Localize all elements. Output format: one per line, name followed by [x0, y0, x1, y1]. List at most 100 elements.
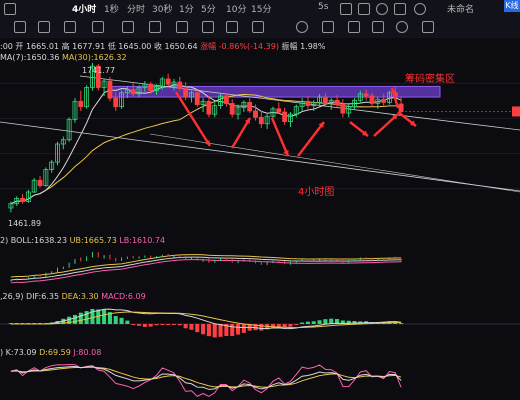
- window-icon[interactable]: [358, 3, 370, 15]
- rect-icon[interactable]: [176, 21, 188, 33]
- candle-11: [72, 98, 78, 123]
- ray-icon[interactable]: [64, 21, 76, 33]
- tab-timeframe-1m[interactable]: 1分: [179, 2, 194, 15]
- tab-timeframe-1s[interactable]: 1秒: [104, 2, 119, 15]
- macd-bar-54: [323, 319, 328, 324]
- candle-body-29: [177, 81, 183, 89]
- camera-icon[interactable]: [340, 3, 352, 15]
- candle-body-42: [253, 110, 258, 118]
- candle-body-17: [107, 80, 113, 99]
- macd-bar-51: [305, 321, 310, 324]
- price-chart[interactable]: [0, 38, 520, 230]
- refresh-interval[interactable]: 5s: [318, 2, 328, 12]
- magnet-icon[interactable]: [322, 21, 334, 33]
- candle-51: [305, 96, 311, 109]
- cloud-icon[interactable]: [414, 3, 426, 15]
- macd-bar-43: [259, 324, 264, 331]
- candle-body-46: [276, 108, 282, 113]
- kdj-panel[interactable]: [0, 358, 520, 400]
- macd-bar-27: [166, 324, 171, 326]
- wave-icon[interactable]: [92, 21, 104, 33]
- macd-bar-50: [300, 322, 305, 324]
- macd-bar-48: [288, 324, 293, 327]
- tab-timeframe-line[interactable]: 分时: [127, 2, 145, 15]
- channel-icon[interactable]: [202, 21, 214, 33]
- macd-bar-40: [241, 324, 246, 333]
- candle-body-41: [247, 102, 253, 112]
- boll-value: BOLL:1638.23: [10, 236, 68, 245]
- high-marker: 1741.77: [82, 66, 116, 75]
- undo-icon[interactable]: [396, 21, 408, 33]
- trash-icon[interactable]: [372, 21, 384, 33]
- measure-icon[interactable]: [252, 21, 264, 33]
- candle-35: [212, 102, 218, 118]
- layout-icon[interactable]: [4, 3, 16, 15]
- kline-tab[interactable]: K线: [504, 0, 520, 12]
- candle-33: [200, 98, 206, 112]
- candle-47: [282, 107, 288, 125]
- macd-bar-52: [311, 321, 316, 324]
- macd-bar-12: [78, 312, 83, 324]
- line-draw-icon[interactable]: [38, 21, 50, 33]
- tab-timeframe-5m[interactable]: 5分: [201, 2, 216, 15]
- dif-value: DIF:6.35: [26, 292, 60, 301]
- macd-bar-36: [218, 324, 223, 337]
- boll-panel[interactable]: [0, 246, 520, 286]
- macd-bar-24: [148, 324, 153, 327]
- candle-body-5: [37, 179, 43, 186]
- macd-bar-53: [317, 320, 322, 324]
- candle-body-67: [398, 103, 404, 112]
- macd-bar-21: [131, 324, 136, 325]
- candle-body-51: [305, 100, 311, 106]
- boll-ub-value: UB:1665.73: [69, 236, 117, 245]
- k-value: K:73.09: [5, 348, 37, 357]
- candle-57: [340, 99, 346, 118]
- brush-icon[interactable]: [226, 21, 238, 33]
- tab-timeframe-10m[interactable]: 10分: [226, 2, 246, 15]
- d-value: D:69.59: [39, 348, 71, 357]
- boll-prefix: 2): [0, 236, 9, 245]
- candle-5: [37, 176, 43, 188]
- settings-icon[interactable]: [376, 3, 388, 15]
- candle-body-34: [206, 100, 212, 115]
- lock-icon[interactable]: [348, 21, 360, 33]
- candle-17: [107, 76, 113, 102]
- candle-body-38: [229, 103, 235, 115]
- macd-bar-25: [154, 324, 159, 326]
- boll-lb-value: LB:1610.74: [119, 236, 166, 245]
- candle-38: [229, 99, 235, 118]
- text-icon[interactable]: [149, 21, 161, 33]
- last-price-tag: [512, 106, 520, 117]
- fullscreen-icon[interactable]: [394, 3, 406, 15]
- kdj-row: ) K:73.09 D:69.59 J:80.08: [0, 348, 101, 357]
- candle-4: [31, 178, 37, 194]
- eye-icon[interactable]: [296, 21, 308, 33]
- macd-bar-16: [102, 309, 107, 324]
- candle-16: [101, 78, 107, 96]
- account-label[interactable]: 未命名: [447, 2, 474, 15]
- candle-44: [264, 114, 270, 130]
- tab-timeframe-4h[interactable]: 4小时: [72, 2, 96, 15]
- candle-body-37: [223, 95, 229, 104]
- chart-toolbar: 4小时 1秒 分时 30秒 1分 5分 10分 15分 5s 未命名 K线: [0, 0, 520, 38]
- macd-bar-29: [177, 324, 182, 326]
- candle-58: [346, 104, 352, 118]
- cursor-icon[interactable]: [14, 21, 26, 33]
- macd-bar-32: [195, 324, 200, 333]
- filter-icon[interactable]: [422, 21, 434, 33]
- fib-icon[interactable]: [122, 21, 134, 33]
- candle-body-57: [340, 104, 346, 114]
- tab-timeframe-30s[interactable]: 30秒: [152, 2, 172, 15]
- arrow-line-3: [297, 121, 325, 157]
- tab-timeframe-15m[interactable]: 15分: [251, 2, 271, 15]
- macd-bar-49: [294, 324, 299, 325]
- candle-39: [235, 104, 241, 120]
- candle-body-61: [363, 93, 369, 97]
- candle-43: [258, 110, 264, 128]
- macd-panel[interactable]: [0, 302, 520, 344]
- macd-prefix: ,26,9): [0, 292, 24, 301]
- candle-9: [60, 136, 66, 150]
- candle-21: [130, 83, 136, 96]
- low-marker: 1461.89: [8, 219, 42, 228]
- macd-bar-31: [189, 324, 194, 330]
